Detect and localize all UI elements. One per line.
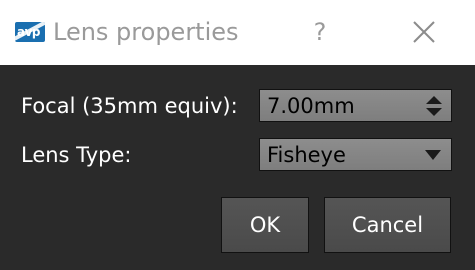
app-logo-icon: avp [15, 22, 45, 42]
app-logo-text: avp [17, 25, 41, 39]
lens-properties-dialog: avp Lens properties ? Focal (35mm equiv)… [0, 0, 475, 270]
spin-arrows-icon[interactable] [425, 95, 443, 117]
chevron-down-icon[interactable] [424, 149, 442, 161]
dialog-body: Focal (35mm equiv): 7.00mm Lens Type: Fi… [0, 65, 475, 270]
cancel-button[interactable]: Cancel [324, 197, 451, 253]
ok-button[interactable]: OK [221, 197, 309, 253]
lens-type-label: Lens Type: [21, 143, 132, 167]
close-icon [413, 21, 435, 43]
help-button[interactable]: ? [305, 16, 335, 48]
focal-value[interactable]: 7.00mm [267, 93, 355, 119]
title-bar: avp Lens properties ? [0, 0, 475, 65]
window-title: Lens properties [53, 18, 239, 46]
focal-spinbox[interactable]: 7.00mm [259, 89, 452, 122]
close-button[interactable] [410, 18, 438, 46]
focal-label: Focal (35mm equiv): [21, 94, 238, 118]
lens-type-value[interactable]: Fisheye [267, 142, 346, 168]
lens-type-dropdown[interactable]: Fisheye [259, 138, 452, 171]
